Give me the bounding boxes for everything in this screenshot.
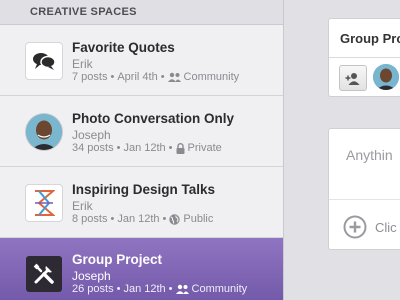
space-title: Photo Conversation Only [72,111,235,126]
divider [329,199,400,200]
space-item-group-project[interactable]: Group Project Joseph 26 posts • Jan 12th… [0,238,283,300]
separator: • [162,213,167,225]
divider [329,57,400,58]
community-icon [167,72,181,82]
space-title: Inspiring Design Talks [72,182,216,197]
lock-icon [176,142,185,154]
logo-mark [35,190,55,216]
attach-label: Clic [375,219,397,235]
creative-spaces-sidebar: CREATIVE SPACES Favorite Quotes Erik 7 p… [0,0,284,300]
space-title: Favorite Quotes [72,40,175,55]
section-header: CREATIVE SPACES [0,0,283,25]
tools-icon [33,263,54,284]
space-item-inspiring-design-talks[interactable]: Inspiring Design Talks Erik 8 posts • Ja… [0,167,283,238]
avatar [26,114,62,150]
space-owner: Joseph [72,269,111,283]
separator: • [160,71,165,83]
space-owner: Erik [72,199,93,213]
compose-input[interactable]: Anythin [346,147,393,163]
post-count: 7 posts [72,71,108,83]
separator: • [168,142,173,154]
group-header-card: Group Pro [328,18,400,97]
post-count: 8 posts [72,213,108,225]
separator: • [110,213,115,225]
add-member-icon [345,72,360,85]
plus-circle-icon [343,215,367,239]
add-member-button[interactable] [339,65,367,91]
space-thumbnail [26,256,62,292]
space-owner: Erik [72,57,93,71]
space-thumbnail [26,43,62,79]
space-title: Group Project [72,252,163,267]
compose-card[interactable]: Anythin Clic [328,128,400,250]
visibility-label: Public [183,213,214,225]
visibility-label: Community [191,283,248,295]
space-meta: 7 posts • April 4th • Community [72,71,239,83]
visibility-label: Private [187,142,222,154]
space-date: Jan 12th [123,283,166,295]
space-thumbnail [26,185,62,221]
space-owner: Joseph [72,128,111,142]
space-item-favorite-quotes[interactable]: Favorite Quotes Erik 7 posts • April 4th… [0,25,283,96]
space-meta: 34 posts • Jan 12th • Private [72,142,222,154]
space-date: Jan 12th [117,213,160,225]
member-avatar[interactable] [373,64,399,90]
speech-bubbles-icon [33,53,56,70]
separator: • [168,283,173,295]
globe-icon [169,213,181,225]
post-count: 34 posts [72,142,114,154]
space-meta: 26 posts • Jan 12th • Community [72,283,247,295]
separator: • [116,283,121,295]
space-item-photo-conversation-only[interactable]: Photo Conversation Only Joseph 34 posts … [0,96,283,167]
avatar-image [26,114,62,150]
post-count: 26 posts [72,283,114,295]
community-icon [175,284,189,294]
group-title: Group Pro [340,31,400,46]
separator: • [110,71,115,83]
space-date: Jan 12th [123,142,166,154]
space-date: April 4th [117,71,158,83]
separator: • [116,142,121,154]
attach-button[interactable]: Clic [343,215,397,239]
avatar-image [373,64,399,90]
visibility-label: Community [183,71,240,83]
space-meta: 8 posts • Jan 12th • Public [72,213,213,225]
